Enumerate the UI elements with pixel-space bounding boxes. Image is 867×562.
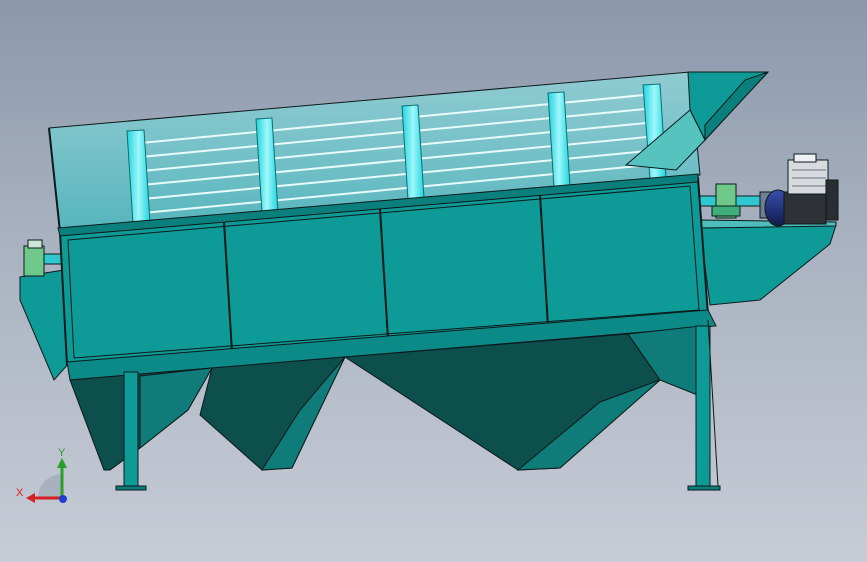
triad-x-label: X — [16, 487, 24, 499]
triad-z-axis — [59, 495, 67, 503]
leg-front-left — [123, 371, 139, 489]
coordinate-triad: X Y — [16, 447, 67, 503]
cad-viewport[interactable]: X Y — [0, 0, 867, 562]
gearbox — [787, 159, 829, 195]
motor-body — [783, 191, 827, 225]
trommel-screen-model: X Y — [16, 71, 839, 503]
right-drive-platform — [699, 219, 837, 306]
left-shaft — [43, 253, 63, 265]
left-bearing-housing — [23, 245, 45, 277]
drive-motor — [759, 153, 839, 227]
right-bearing-assembly — [699, 183, 763, 219]
triad-y-label: Y — [58, 447, 66, 459]
leg-front-right — [695, 325, 711, 489]
